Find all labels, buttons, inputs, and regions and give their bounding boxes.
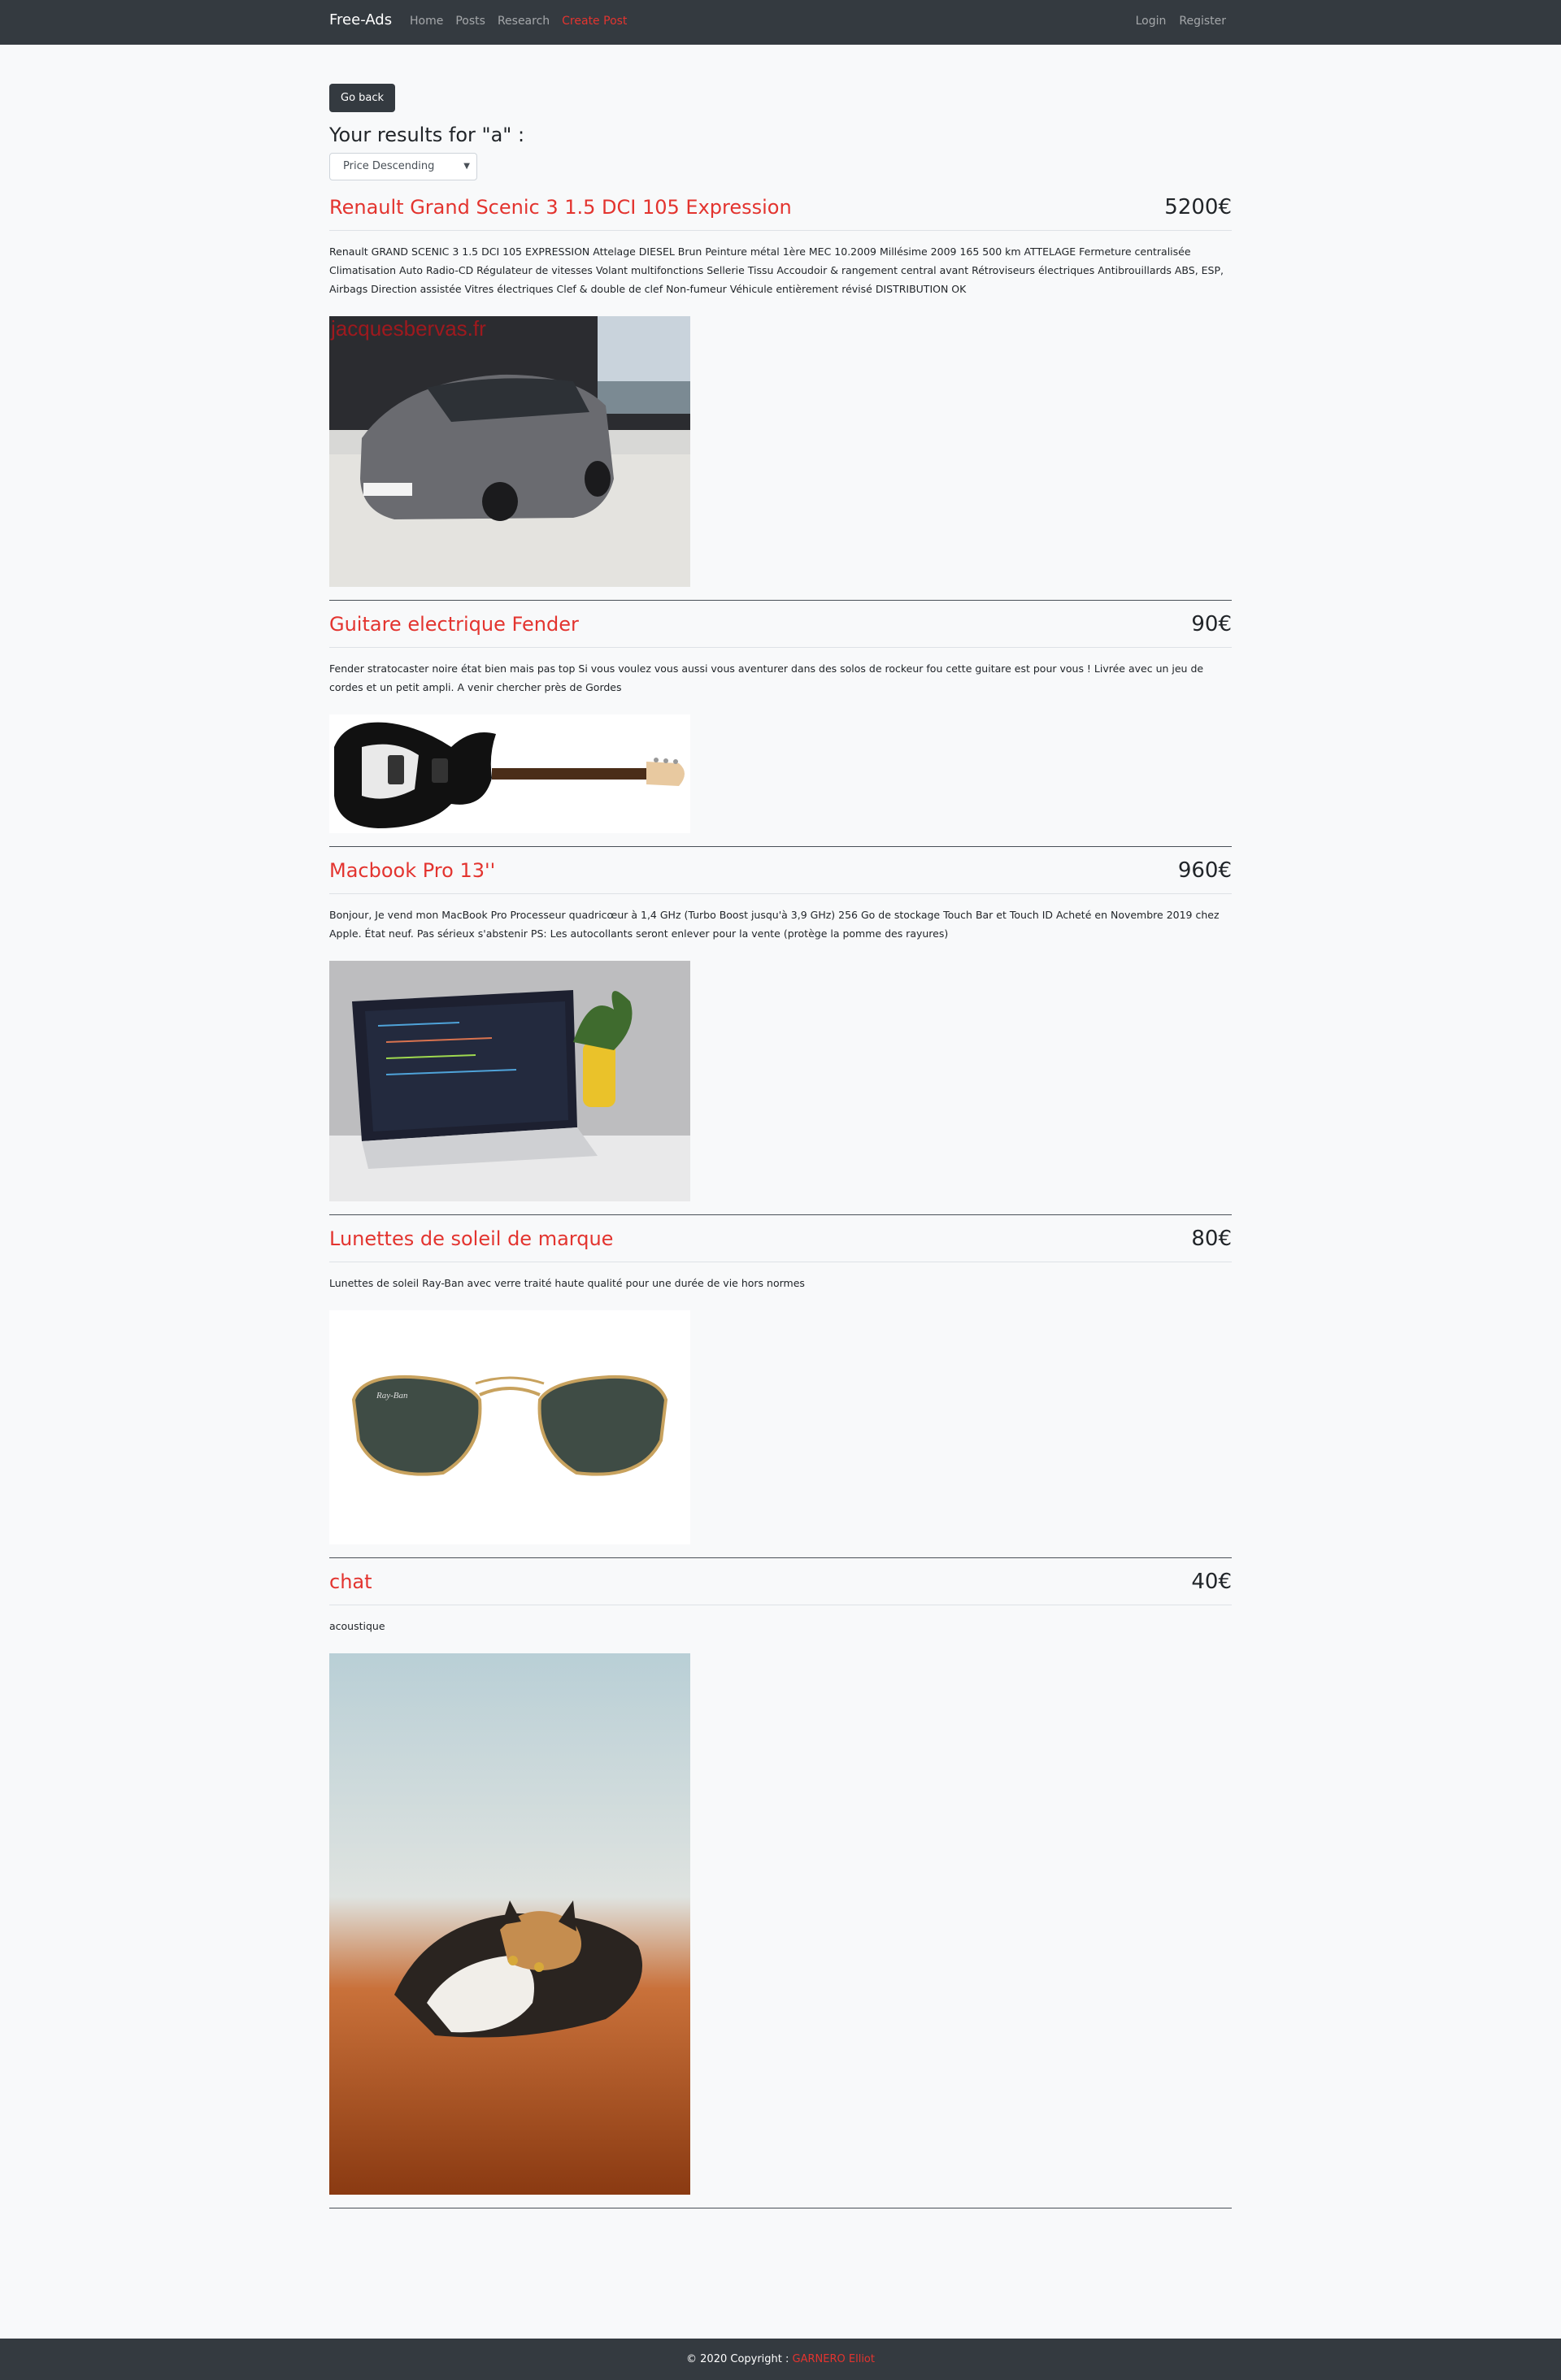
rayban-logo: Ray-Ban <box>376 1391 408 1401</box>
footer: © 2020 Copyright : GARNERO Elliot <box>0 2339 1561 2380</box>
navbar: Free-Ads Home Posts Research Create Post… <box>0 0 1561 45</box>
footer-copyright: © 2020 Copyright : <box>686 2353 789 2365</box>
post-description: acoustique <box>329 1620 385 1632</box>
post-price: 90€ <box>1191 611 1232 636</box>
post-description: Lunettes de soleil Ray-Ban avec verre tr… <box>329 1277 805 1289</box>
post-title[interactable]: chat <box>329 1570 372 1593</box>
post-description: Fender stratocaster noire état bien mais… <box>329 662 1204 693</box>
post-price: 40€ <box>1191 1569 1232 1594</box>
cat-photo <box>329 1653 690 2195</box>
post-header: Renault Grand Scenic 3 1.5 DCI 105 Expre… <box>329 184 1232 231</box>
nav-research[interactable]: Research <box>498 15 550 28</box>
post-item: chat 40€ acoustique <box>329 1558 1232 2208</box>
post-price: 960€ <box>1177 858 1232 883</box>
go-back-button[interactable]: Go back <box>329 84 396 112</box>
sort-select[interactable]: Price Descending ▼ <box>329 153 477 180</box>
post-header: Macbook Pro 13'' 960€ <box>329 847 1232 894</box>
sunglasses-photo: Ray-Ban <box>329 1310 690 1544</box>
post-description: Renault GRAND SCENIC 3 1.5 DCI 105 EXPRE… <box>329 245 1224 295</box>
car-watermark: jacquesbervas.fr <box>330 316 486 341</box>
nav-links: Home Posts Research Create Post <box>410 15 627 28</box>
post-item: Macbook Pro 13'' 960€ Bonjour, Je vend m… <box>329 847 1232 1215</box>
nav-posts[interactable]: Posts <box>455 15 485 28</box>
laptop-photo <box>329 961 690 1201</box>
car-photo: jacquesbervas.fr <box>329 316 690 587</box>
post-item: Lunettes de soleil de marque 80€ Lunette… <box>329 1215 1232 1558</box>
post-description: Bonjour, Je vend mon MacBook Pro Process… <box>329 909 1220 940</box>
main-content: Go back Your results for "a" : Price Des… <box>329 84 1232 2208</box>
nav-register[interactable]: Register <box>1179 15 1226 28</box>
guitar-photo <box>329 714 690 833</box>
post-item: Renault Grand Scenic 3 1.5 DCI 105 Expre… <box>329 184 1232 601</box>
nav-home[interactable]: Home <box>410 15 443 28</box>
nav-create-post[interactable]: Create Post <box>562 15 627 28</box>
post-price: 80€ <box>1191 1226 1232 1251</box>
nav-login[interactable]: Login <box>1136 15 1167 28</box>
chevron-down-icon: ▼ <box>463 162 470 171</box>
post-title[interactable]: Lunettes de soleil de marque <box>329 1227 613 1250</box>
sort-selected-value: Price Descending <box>343 160 435 172</box>
post-title[interactable]: Guitare electrique Fender <box>329 613 579 636</box>
footer-author-link[interactable]: GARNERO Elliot <box>793 2353 875 2365</box>
post-title[interactable]: Macbook Pro 13'' <box>329 859 495 882</box>
brand-link[interactable]: Free-Ads <box>329 11 392 28</box>
post-price: 5200€ <box>1164 194 1232 219</box>
post-header: Guitare electrique Fender 90€ <box>329 601 1232 648</box>
post-header: Lunettes de soleil de marque 80€ <box>329 1215 1232 1262</box>
post-item: Guitare electrique Fender 90€ Fender str… <box>329 601 1232 847</box>
post-header: chat 40€ <box>329 1558 1232 1605</box>
results-title: Your results for "a" : <box>329 124 525 146</box>
post-title[interactable]: Renault Grand Scenic 3 1.5 DCI 105 Expre… <box>329 196 792 219</box>
nav-auth-links: Login Register <box>1136 15 1226 28</box>
